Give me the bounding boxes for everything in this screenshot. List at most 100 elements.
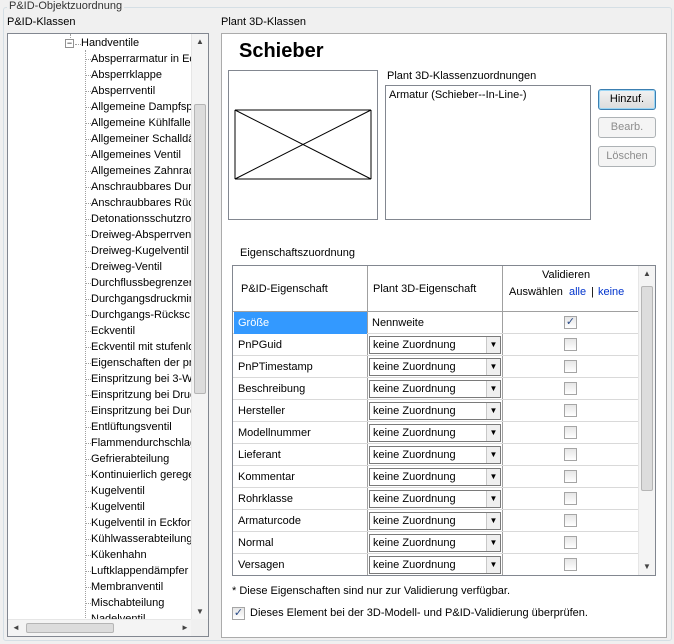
tree-item[interactable]: Membranventil xyxy=(91,580,163,595)
validate-checkbox[interactable] xyxy=(564,514,577,527)
tree-item[interactable]: Eckventil xyxy=(91,324,135,339)
tree-item[interactable]: Durchgangsdruckmir xyxy=(91,292,192,307)
table-row[interactable]: Normal keine Zuordnung ▼ xyxy=(233,532,639,554)
scroll-up-icon[interactable]: ▲ xyxy=(192,34,208,50)
tree-item[interactable]: Kugelventil xyxy=(91,484,145,499)
tree-item[interactable]: Gefrierabteilung xyxy=(91,452,169,467)
plant3d-property-dropdown[interactable]: keine Zuordnung ▼ xyxy=(369,446,501,464)
table-row[interactable]: Modellnummer keine Zuordnung ▼ xyxy=(233,422,639,444)
collapse-icon[interactable]: − xyxy=(65,39,74,48)
tree-item[interactable]: Absperrventil xyxy=(91,84,155,99)
plant3d-property-dropdown[interactable]: keine Zuordnung ▼ xyxy=(369,336,501,354)
plant3d-property-dropdown[interactable]: keine Zuordnung ▼ xyxy=(369,490,501,508)
tree-item[interactable]: Allgemeine Dampfspe xyxy=(91,100,193,115)
validate-checkbox[interactable] xyxy=(564,492,577,505)
tree-item[interactable]: Dreiweg-Absperrvent xyxy=(91,228,193,243)
pid-property-cell[interactable]: Rohrklasse xyxy=(234,488,367,510)
tree-item[interactable]: Allgemeines Ventil xyxy=(91,148,181,163)
tree-item[interactable]: Detonationsschutzrol xyxy=(91,212,193,227)
pid-property-cell[interactable]: Kommentar xyxy=(234,466,367,488)
validate-checkbox[interactable] xyxy=(564,470,577,483)
table-row[interactable]: Beschreibung keine Zuordnung ▼ xyxy=(233,378,639,400)
scroll-left-icon[interactable]: ◄ xyxy=(8,620,24,636)
chevron-down-icon[interactable]: ▼ xyxy=(486,535,500,551)
tree-item[interactable]: Allgemeines Zahnrad xyxy=(91,164,193,179)
table-row[interactable]: Kommentar keine Zuordnung ▼ xyxy=(233,466,639,488)
plant3d-property-dropdown[interactable]: keine Zuordnung ▼ xyxy=(369,512,501,530)
table-row[interactable]: Hersteller keine Zuordnung ▼ xyxy=(233,400,639,422)
tree-item[interactable]: Eigenschaften der pr xyxy=(91,356,193,371)
validate-element-label[interactable]: Dieses Element bei der 3D-Modell- und P&… xyxy=(250,607,588,619)
select-all-link[interactable]: alle xyxy=(569,286,586,298)
class-mapping-list[interactable]: Armatur (Schieber--In-Line-) xyxy=(385,85,591,220)
tree-item[interactable]: Mischabteilung xyxy=(91,596,164,611)
pid-property-cell[interactable]: Größe xyxy=(234,312,367,334)
chevron-down-icon[interactable]: ▼ xyxy=(486,359,500,375)
table-row[interactable]: Armaturcode keine Zuordnung ▼ xyxy=(233,510,639,532)
validate-checkbox[interactable] xyxy=(564,360,577,373)
select-none-link[interactable]: keine xyxy=(598,286,624,298)
table-row[interactable]: Rohrklasse keine Zuordnung ▼ xyxy=(233,488,639,510)
validate-checkbox[interactable] xyxy=(564,558,577,571)
validate-checkbox[interactable] xyxy=(564,338,577,351)
pid-property-cell[interactable]: Lieferant xyxy=(234,444,367,466)
chevron-down-icon[interactable]: ▼ xyxy=(486,447,500,463)
validate-checkbox[interactable] xyxy=(564,426,577,439)
tree-item[interactable]: Entlüftungsventil xyxy=(91,420,172,435)
validate-checkbox[interactable] xyxy=(564,448,577,461)
list-item[interactable]: Armatur (Schieber--In-Line-) xyxy=(389,89,527,101)
grid-vertical-scrollbar[interactable]: ▲ ▼ xyxy=(638,266,655,575)
chevron-down-icon[interactable]: ▼ xyxy=(486,337,500,353)
tree-item[interactable]: Allgemeiner Schalldä xyxy=(91,132,193,147)
tree-item[interactable]: Kugelventil in Eckfor xyxy=(91,516,191,531)
plant3d-property-dropdown[interactable]: keine Zuordnung ▼ xyxy=(369,380,501,398)
tree-item[interactable]: Kühlwasserabteilung xyxy=(91,532,193,547)
tree-item[interactable]: Absperrklappe xyxy=(91,68,162,83)
table-row[interactable]: Lieferant keine Zuordnung ▼ xyxy=(233,444,639,466)
chevron-down-icon[interactable]: ▼ xyxy=(486,557,500,573)
validate-checkbox[interactable] xyxy=(564,404,577,417)
plant3d-property-dropdown[interactable]: keine Zuordnung ▼ xyxy=(369,534,501,552)
tree-item[interactable]: Einspritzung bei Druc xyxy=(91,388,193,403)
scroll-down-icon[interactable]: ▼ xyxy=(639,559,655,575)
tree-item[interactable]: Dreiweg-Kugelventil xyxy=(91,244,189,259)
edit-button[interactable]: Bearb. xyxy=(598,117,656,138)
chevron-down-icon[interactable]: ▼ xyxy=(486,513,500,529)
pid-property-cell[interactable]: Hersteller xyxy=(234,400,367,422)
chevron-down-icon[interactable]: ▼ xyxy=(486,381,500,397)
tree-item[interactable]: Einspritzung bei 3-We xyxy=(91,372,193,387)
pid-property-cell[interactable]: Beschreibung xyxy=(234,378,367,400)
pid-property-cell[interactable]: PnPTimestamp xyxy=(234,356,367,378)
tree-item[interactable]: Durchgangs-Rücksc xyxy=(91,308,190,323)
scroll-up-icon[interactable]: ▲ xyxy=(639,266,655,282)
table-row[interactable]: PnPGuid keine Zuordnung ▼ xyxy=(233,334,639,356)
tree-item[interactable]: Kükenhahn xyxy=(91,548,147,563)
plant3d-property-dropdown[interactable]: keine Zuordnung ▼ xyxy=(369,424,501,442)
table-row[interactable]: Versagen keine Zuordnung ▼ xyxy=(233,554,639,575)
tree-scroll-thumb[interactable] xyxy=(194,104,206,394)
scroll-down-icon[interactable]: ▼ xyxy=(192,604,208,620)
pid-property-cell[interactable]: Armaturcode xyxy=(234,510,367,532)
tree-item[interactable]: Durchflussbegrenzer xyxy=(91,276,193,291)
chevron-down-icon[interactable]: ▼ xyxy=(486,469,500,485)
pid-property-cell[interactable]: Normal xyxy=(234,532,367,554)
tree-item[interactable]: Kugelventil xyxy=(91,500,145,515)
tree-item[interactable]: Allgemeine Kühlfalle xyxy=(91,116,191,131)
table-row[interactable]: Größe Nennweite ✓ xyxy=(233,312,639,334)
table-row[interactable]: PnPTimestamp keine Zuordnung ▼ xyxy=(233,356,639,378)
validate-element-checkbox[interactable]: ✓ xyxy=(232,607,245,620)
tree-item[interactable]: Anschraubbares Dur xyxy=(91,180,192,195)
validate-checkbox[interactable]: ✓ xyxy=(564,316,577,329)
pid-property-cell[interactable]: PnPGuid xyxy=(234,334,367,356)
delete-button[interactable]: Löschen xyxy=(598,146,656,167)
pid-property-cell[interactable]: Modellnummer xyxy=(234,422,367,444)
tree-horizontal-scrollbar[interactable]: ◄ ► xyxy=(8,619,193,636)
plant3d-property-dropdown[interactable]: keine Zuordnung ▼ xyxy=(369,556,501,574)
plant3d-property-cell[interactable]: Nennweite xyxy=(368,312,502,334)
tree-item[interactable]: Absperrarmatur in Ec xyxy=(91,52,193,67)
tree-item[interactable]: Kontinuierlich gerege xyxy=(91,468,193,483)
tree-item[interactable]: Einspritzung bei Durc xyxy=(91,404,193,419)
chevron-down-icon[interactable]: ▼ xyxy=(486,403,500,419)
pid-property-cell[interactable]: Versagen xyxy=(234,554,367,575)
plant3d-property-dropdown[interactable]: keine Zuordnung ▼ xyxy=(369,402,501,420)
